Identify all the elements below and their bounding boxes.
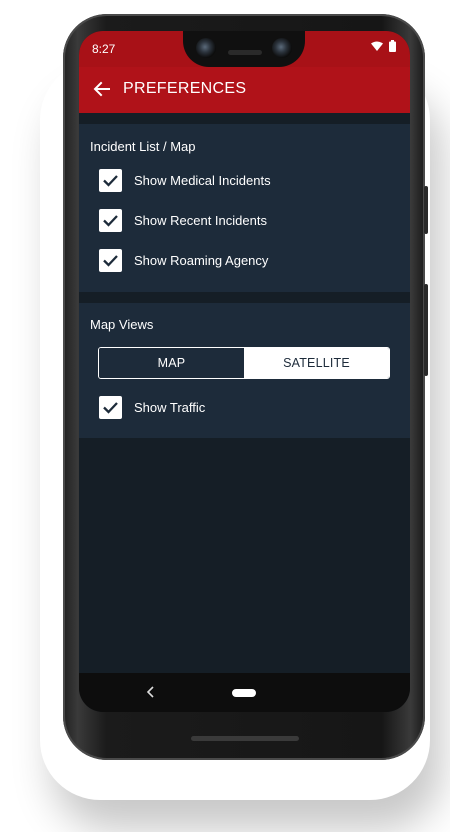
app-bar: PREFERENCES — [79, 67, 410, 113]
checkbox[interactable] — [99, 209, 122, 232]
page-title: PREFERENCES — [123, 80, 247, 97]
map-view-segmented-control: MAP SATELLITE — [98, 347, 390, 379]
checkbox-label: Show Medical Incidents — [134, 173, 271, 188]
segment-satellite[interactable]: SATELLITE — [244, 348, 389, 378]
checkbox[interactable] — [99, 249, 122, 272]
volume-button — [424, 284, 428, 376]
checkbox[interactable] — [99, 169, 122, 192]
arrow-left-icon[interactable] — [91, 78, 113, 100]
status-icons — [371, 40, 396, 52]
map-views-section: Map Views MAP SATELLITE Show Traffic — [79, 303, 410, 438]
system-nav-bar — [79, 673, 410, 712]
status-bar: 8:27 — [79, 31, 410, 67]
check-icon — [103, 402, 118, 414]
incident-list-section: Incident List / Map Show Medical Inciden… — [79, 124, 410, 292]
front-camera-right — [272, 38, 292, 58]
battery-icon — [389, 40, 396, 52]
checkbox[interactable] — [99, 396, 122, 419]
nav-home-pill[interactable] — [232, 689, 256, 697]
checkbox-show-roaming-agency[interactable]: Show Roaming Agency — [99, 248, 299, 274]
segment-map[interactable]: MAP — [99, 348, 244, 378]
checkbox-label: Show Roaming Agency — [134, 253, 269, 268]
status-time: 8:27 — [92, 42, 116, 56]
section-title-incident: Incident List / Map — [90, 139, 196, 154]
check-icon — [103, 175, 118, 187]
checkbox-label: Show Traffic — [134, 400, 206, 415]
checkbox-show-recent-incidents[interactable]: Show Recent Incidents — [99, 208, 299, 234]
phone-screen: 8:27 PREFERENCES Incident List / Map Sho… — [79, 31, 410, 712]
section-title-map-views: Map Views — [90, 317, 154, 332]
checkbox-label: Show Recent Incidents — [134, 213, 267, 228]
checkbox-show-traffic[interactable]: Show Traffic — [99, 395, 249, 421]
checkbox-show-medical-incidents[interactable]: Show Medical Incidents — [99, 168, 299, 194]
nav-back-icon[interactable] — [146, 686, 156, 698]
check-icon — [103, 255, 118, 267]
camera-notch — [183, 31, 305, 67]
earpiece-speaker — [228, 50, 262, 55]
preferences-content: Incident List / Map Show Medical Inciden… — [79, 113, 410, 673]
device-chin-speaker — [191, 736, 299, 741]
wifi-icon — [371, 41, 383, 51]
power-button — [424, 186, 428, 234]
front-camera-left — [196, 38, 216, 58]
check-icon — [103, 215, 118, 227]
